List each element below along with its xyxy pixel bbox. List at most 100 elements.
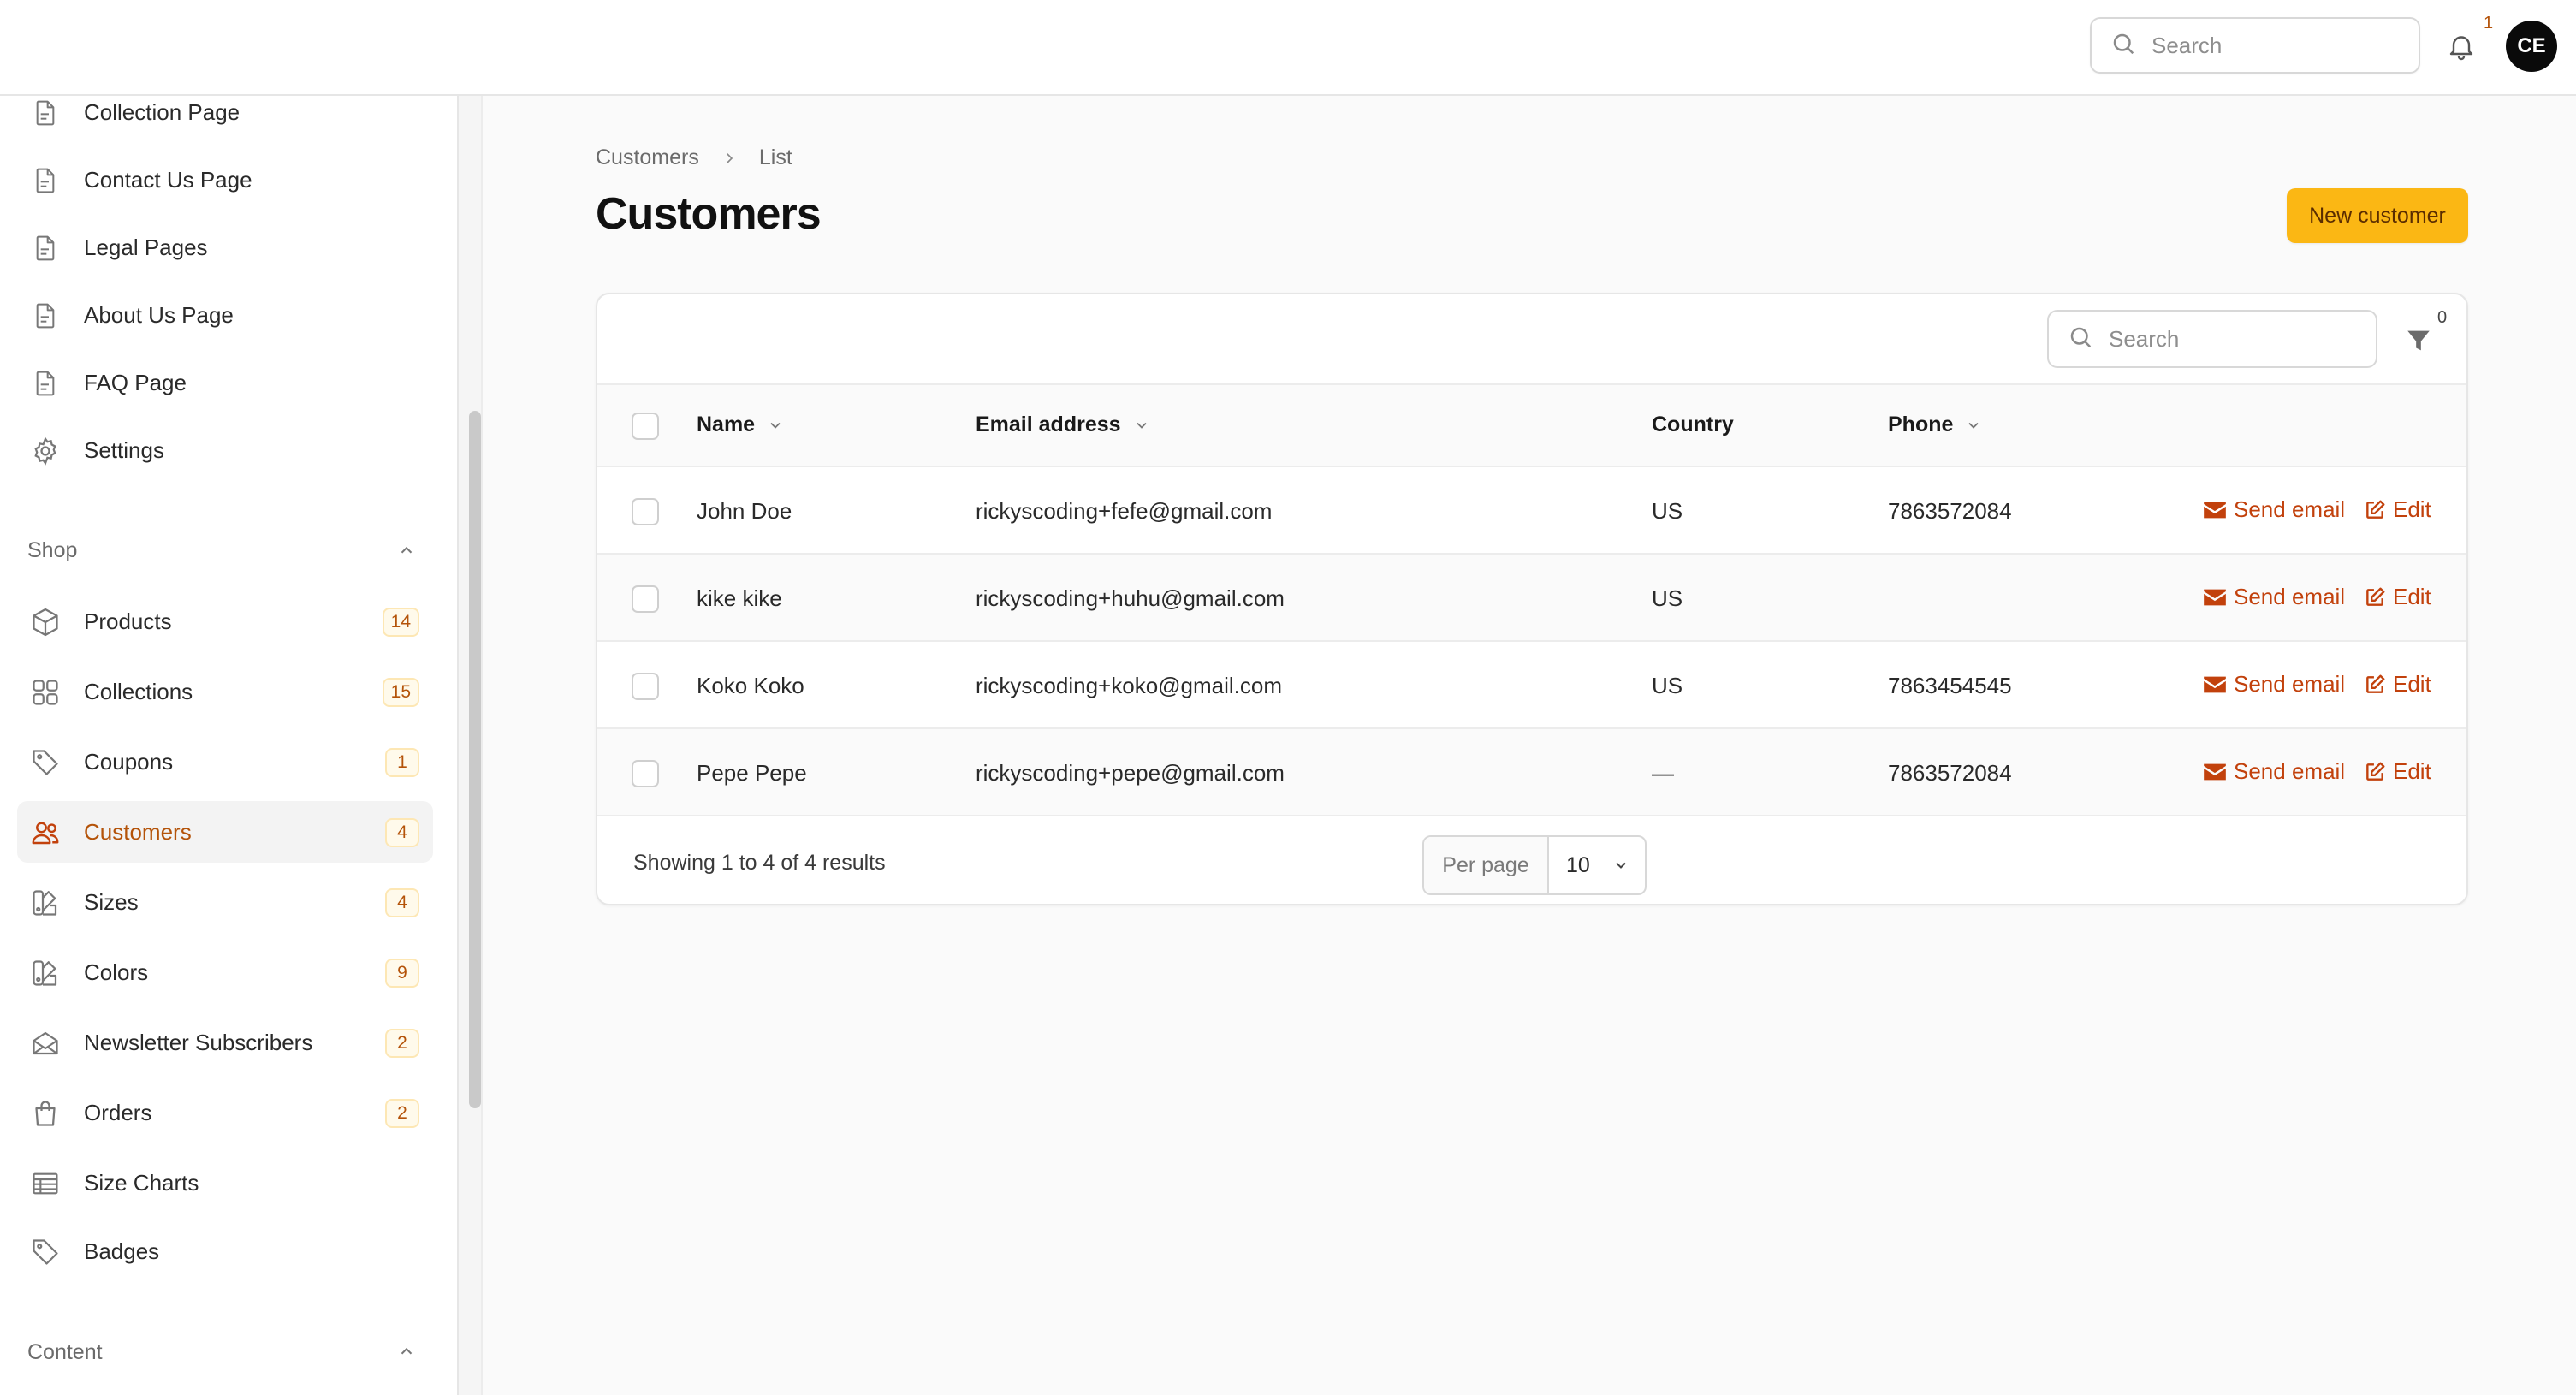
chevron-down-icon: [767, 417, 784, 434]
sidebar-item-label: Collections: [84, 678, 193, 704]
sidebar-item-products[interactable]: Products 14: [17, 591, 433, 652]
column-header-name[interactable]: Name: [697, 413, 784, 437]
column-header-phone[interactable]: Phone: [1888, 413, 1982, 437]
envelope-open-icon: [29, 1027, 62, 1060]
chevron-up-icon[interactable]: [395, 1340, 418, 1362]
table-icon: [29, 1167, 62, 1200]
edit-button[interactable]: Edit: [2364, 584, 2431, 610]
sidebar-item-newsletter-subscribers[interactable]: Newsletter Subscribers 2: [17, 1012, 433, 1073]
count-badge: 4: [385, 888, 419, 917]
avatar[interactable]: CE: [2506, 21, 2557, 72]
column-header-label: Name: [697, 413, 756, 436]
chevron-up-icon[interactable]: [395, 539, 418, 561]
sidebar-item-label: Settings: [84, 436, 164, 463]
sidebar-item-collection-page[interactable]: Collection Page: [17, 96, 433, 143]
send-email-button[interactable]: Send email: [2203, 671, 2345, 698]
sidebar-scrollbar[interactable]: [469, 411, 481, 1108]
send-email-button[interactable]: Send email: [2203, 584, 2345, 610]
chevron-down-icon: [1612, 857, 1629, 874]
edit-icon: [2366, 762, 2385, 781]
per-page-label: Per page: [1424, 837, 1549, 893]
send-email-label: Send email: [2234, 496, 2346, 522]
edit-button[interactable]: Edit: [2364, 496, 2431, 523]
sidebar-item-about-us-page[interactable]: About Us Page: [17, 284, 433, 346]
send-email-button[interactable]: Send email: [2203, 758, 2345, 785]
sidebar-item-badges[interactable]: Badges: [17, 1220, 433, 1282]
sidebar-item-sizes[interactable]: Sizes 4: [17, 871, 433, 933]
select-all-checkbox[interactable]: [632, 413, 659, 440]
edit-button[interactable]: Edit: [2364, 671, 2431, 698]
content-group-label[interactable]: Content: [27, 1340, 103, 1365]
page-title: Customers: [596, 189, 822, 239]
cell-phone: 7863572084: [1888, 498, 2012, 524]
shop-group-label[interactable]: Shop: [27, 538, 77, 563]
cell-email: rickyscoding+koko@gmail.com: [976, 673, 1283, 698]
table-search-input[interactable]: [2109, 325, 2348, 353]
filter-icon[interactable]: [2401, 324, 2436, 358]
sidebar-item-contact-us-page[interactable]: Contact Us Page: [17, 149, 433, 211]
grid-icon: [29, 676, 62, 709]
bell-icon[interactable]: [2444, 27, 2478, 65]
new-customer-button[interactable]: New customer: [2287, 188, 2468, 243]
cell-country: US: [1652, 673, 1683, 698]
edit-label: Edit: [2393, 496, 2431, 522]
global-search-input[interactable]: [2152, 32, 2391, 59]
envelope-icon: [2204, 763, 2226, 780]
sidebar-item-settings[interactable]: Settings: [17, 419, 433, 481]
swatch-icon: [29, 957, 62, 989]
table-search[interactable]: [2047, 310, 2377, 368]
row-checkbox[interactable]: [632, 498, 659, 525]
sidebar-item-label: Colors: [84, 959, 149, 985]
breadcrumb-current: List: [758, 145, 792, 169]
row-checkbox[interactable]: [632, 760, 659, 787]
per-page-selector[interactable]: Per page 10: [1422, 835, 1647, 895]
sidebar-item-collections[interactable]: Collections 15: [17, 661, 433, 722]
count-badge: 1: [385, 748, 419, 777]
sidebar-item-orders[interactable]: Orders 2: [17, 1082, 433, 1143]
search-icon: [2068, 324, 2093, 354]
sidebar-item-label: Size Charts: [84, 1169, 199, 1196]
row-checkbox[interactable]: [632, 585, 659, 613]
sidebar-item-faq-page[interactable]: FAQ Page: [17, 352, 433, 413]
column-header-label: Email address: [976, 413, 1121, 436]
top-bar: 1 CE: [0, 0, 2576, 96]
table-row[interactable]: Pepe Pepe rickyscoding+pepe@gmail.com — …: [597, 729, 2466, 816]
cell-name: John Doe: [697, 498, 792, 524]
table-row[interactable]: John Doe rickyscoding+fefe@gmail.com US …: [597, 467, 2466, 555]
sidebar-item-label: Badges: [84, 1238, 160, 1264]
cell-country: US: [1652, 498, 1683, 524]
search-icon: [2110, 31, 2136, 61]
sidebar-item-legal-pages[interactable]: Legal Pages: [17, 217, 433, 278]
chevron-down-icon: [1133, 417, 1150, 434]
cell-name: Pepe Pepe: [697, 760, 807, 786]
row-checkbox[interactable]: [632, 673, 659, 700]
column-header-country: Country: [1652, 413, 1734, 437]
sidebar-item-label: Orders: [84, 1099, 152, 1125]
global-search[interactable]: [2090, 17, 2420, 74]
customers-table: 0 Name Email address Country Phone J: [596, 293, 2468, 905]
cell-phone: 7863454545: [1888, 673, 2012, 698]
table-row[interactable]: Koko Koko rickyscoding+koko@gmail.com US…: [597, 642, 2466, 729]
sidebar-item-coupons[interactable]: Coupons 1: [17, 731, 433, 792]
per-page-select[interactable]: 10: [1549, 837, 1645, 893]
cube-icon: [29, 606, 62, 638]
column-header-email[interactable]: Email address: [976, 413, 1150, 437]
sidebar-item-colors[interactable]: Colors 9: [17, 941, 433, 1003]
chevron-down-icon: [1965, 417, 1982, 434]
breadcrumb-link-customers[interactable]: Customers: [596, 145, 699, 170]
gear-icon: [29, 435, 62, 467]
table-row[interactable]: kike kike rickyscoding+huhu@gmail.com US…: [597, 555, 2466, 642]
table-header: Name Email address Country Phone: [597, 385, 2466, 467]
send-email-label: Send email: [2234, 671, 2346, 697]
sidebar-item-customers[interactable]: Customers 4: [17, 801, 433, 863]
column-header-label: Country: [1652, 413, 1734, 436]
document-icon: [29, 300, 62, 332]
sidebar: Collection Page Contact Us Page Legal Pa…: [0, 96, 459, 1395]
sidebar-item-label: FAQ Page: [84, 369, 187, 395]
cell-email: rickyscoding+fefe@gmail.com: [976, 498, 1273, 524]
sidebar-item-size-charts[interactable]: Size Charts: [17, 1152, 433, 1214]
envelope-icon: [2204, 589, 2226, 605]
send-email-button[interactable]: Send email: [2203, 496, 2345, 523]
edit-button[interactable]: Edit: [2364, 758, 2431, 785]
cell-country: —: [1652, 760, 1674, 786]
